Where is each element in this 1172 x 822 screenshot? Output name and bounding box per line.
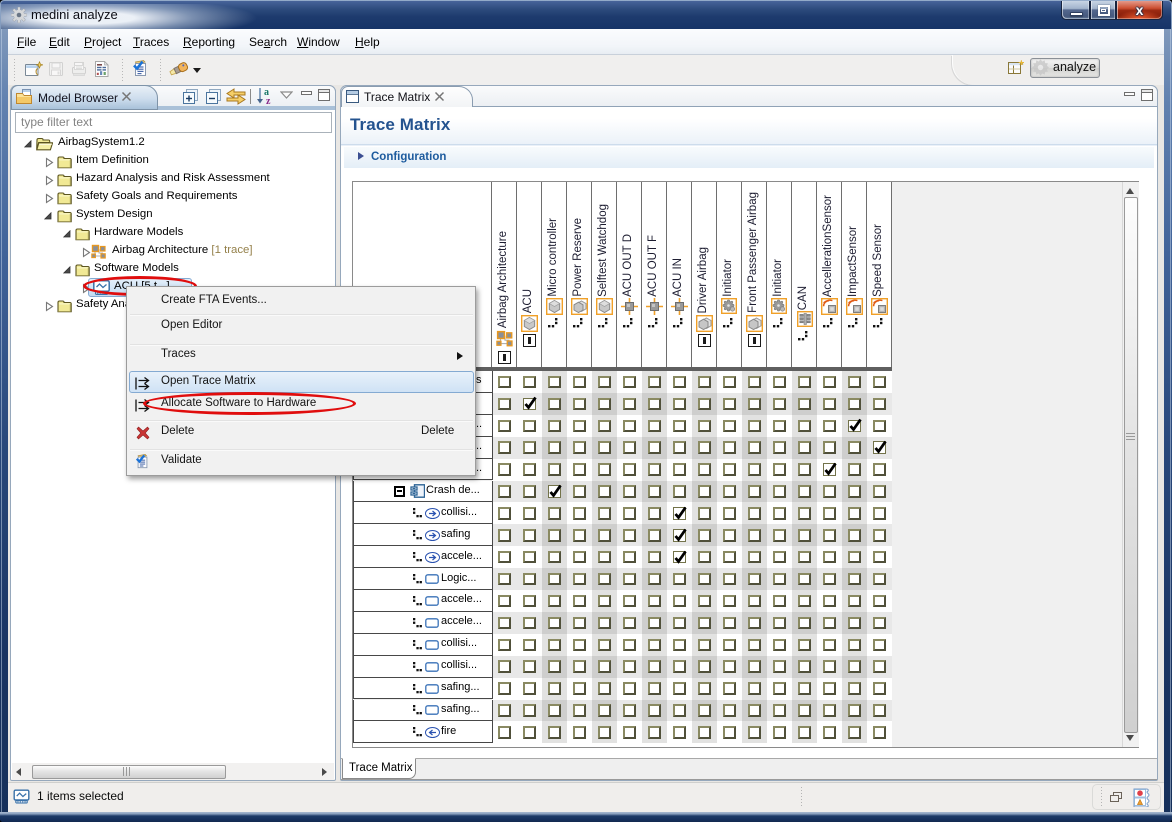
svg-text:z: z: [266, 96, 271, 105]
